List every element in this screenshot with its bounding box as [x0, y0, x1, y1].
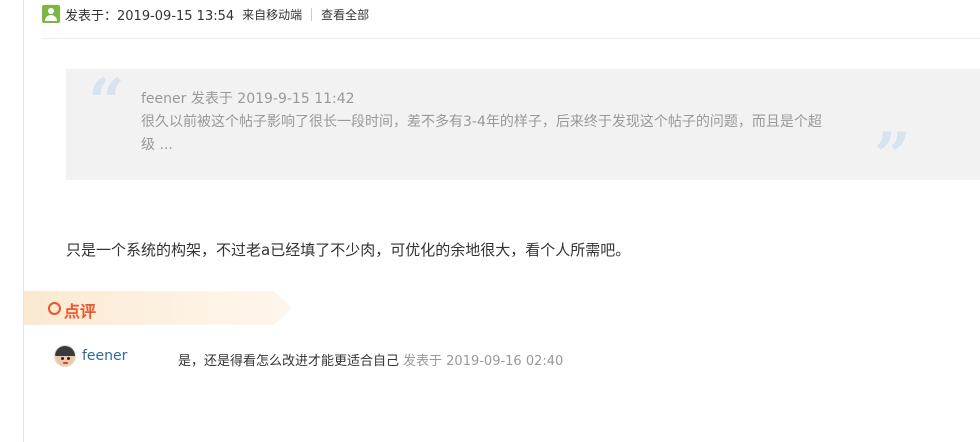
- post-source: 来自移动端: [242, 7, 303, 22]
- comment-body: 是，还是得看怎么改进才能更适合自己: [178, 354, 400, 369]
- quote-close-icon: ”: [874, 119, 911, 194]
- comment-item: feener 是，还是得看怎么改进才能更适合自己 发表于 2019-09-16 0…: [54, 345, 954, 369]
- avatar[interactable]: [54, 345, 76, 367]
- comment-time: 发表于 2019-09-16 02:40: [403, 354, 564, 369]
- view-all-link[interactable]: 查看全部: [321, 6, 369, 23]
- quote-text: 很久以前被这个帖子影响了很长一段时间，差不多有3-4年的样子，后来终于发现这个帖…: [141, 114, 822, 153]
- meta-separator: [311, 7, 313, 21]
- post-meta-bar: 发表于：2019-09-15 13:54 来自移动端 查看全部: [42, 3, 369, 25]
- comments-section-header: 点评: [24, 291, 292, 325]
- comment-text: 是，还是得看怎么改进才能更适合自己 发表于 2019-09-16 02:40: [178, 350, 563, 369]
- header-divider: [42, 38, 980, 39]
- reply-body: 只是一个系统的构架，不过老a已经填了不少肉，可优化的余地很大，看个人所需吧。: [66, 241, 631, 259]
- quote-block: “ feener 发表于 2019-9-15 11:42 很久以前被这个帖子影响…: [66, 65, 980, 189]
- comment-author-link[interactable]: feener: [82, 348, 127, 364]
- online-user-icon: [42, 5, 60, 23]
- ring-bullet-icon: [48, 302, 61, 315]
- post-time: 发表于：2019-09-15 13:54: [65, 8, 235, 24]
- comments-title: 点评: [64, 302, 97, 321]
- left-divider: [23, 0, 24, 442]
- quote-author-line: feener 发表于 2019-9-15 11:42: [141, 91, 355, 107]
- quote-open-icon: “: [88, 65, 125, 140]
